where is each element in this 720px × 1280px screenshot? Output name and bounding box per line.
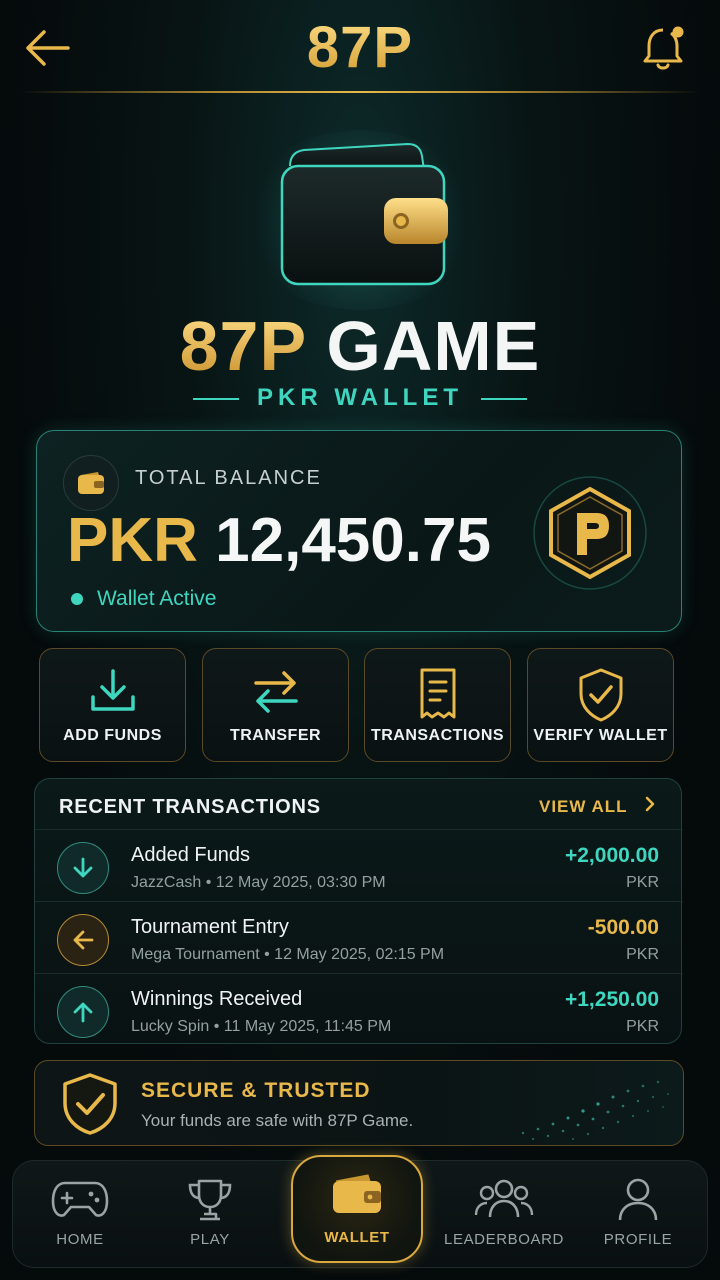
wallet-status: Wallet Active xyxy=(71,587,216,611)
recent-transactions-panel: RECENT TRANSACTIONS VIEW ALL Added Funds… xyxy=(34,778,683,1045)
nav-leaderboard-label: LEADERBOARD xyxy=(444,1231,564,1248)
nav-profile-label: PROFILE xyxy=(603,1231,673,1248)
brand-name-part2: GAME xyxy=(326,307,541,385)
nav-wallet-label: WALLET xyxy=(324,1229,390,1246)
transaction-detail: Lucky Spin • 11 May 2025, 11:45 PM xyxy=(131,1018,392,1035)
receipt-icon xyxy=(420,668,455,719)
trophy-icon xyxy=(188,1179,232,1221)
wallet-icon xyxy=(333,1174,381,1213)
page-title: 87P xyxy=(0,14,720,81)
status-dot-icon xyxy=(71,593,83,606)
nav-wallet[interactable]: WALLET xyxy=(291,1155,423,1263)
wallet-small-icon xyxy=(63,455,119,511)
nav-profile[interactable]: PROFILE xyxy=(573,1161,703,1269)
verify-wallet-label: VERIFY WALLET xyxy=(533,727,668,744)
transaction-detail: Mega Tournament • 12 May 2025, 02:15 PM xyxy=(131,946,445,963)
transfer-label: TRANSFER xyxy=(229,727,322,744)
swap-arrows-icon xyxy=(253,671,298,713)
shield-check-icon xyxy=(579,668,622,722)
notification-bell-icon[interactable] xyxy=(640,24,690,72)
transactions-label: TRANSACTIONS xyxy=(370,727,505,744)
balance-currency: PKR xyxy=(67,506,198,575)
transaction-amount: -500.00 xyxy=(587,916,659,939)
verify-wallet-button[interactable]: VERIFY WALLET xyxy=(527,648,674,762)
balance-value: 12,450.75 xyxy=(215,506,491,575)
view-all-link[interactable]: VIEW ALL xyxy=(539,796,655,817)
top-bar: 87P xyxy=(0,0,720,92)
wallet-status-text: Wallet Active xyxy=(97,587,217,610)
bottom-nav: HOME PLAY WALLET LEADERBOARD PROFILE xyxy=(12,1155,708,1269)
transactions-button[interactable]: TRANSACTIONS xyxy=(364,648,511,762)
transaction-unit: PKR xyxy=(626,1018,659,1035)
transaction-amount: +2,000.00 xyxy=(564,844,659,867)
transaction-title: Winnings Received xyxy=(131,988,303,1010)
transaction-row[interactable]: Tournament Entry Mega Tournament • 12 Ma… xyxy=(35,901,683,973)
users-icon xyxy=(474,1179,534,1218)
brand-subtitle: PKR WALLET xyxy=(0,384,720,412)
nav-home[interactable]: HOME xyxy=(15,1161,145,1269)
add-funds-label: ADD FUNDS xyxy=(63,727,162,744)
transaction-row[interactable]: Added Funds JazzCash • 12 May 2025, 03:3… xyxy=(35,829,683,901)
wallet-hero-icon xyxy=(280,142,448,286)
nav-play-label: PLAY xyxy=(190,1231,230,1248)
add-funds-button[interactable]: ADD FUNDS xyxy=(39,648,186,762)
header-divider xyxy=(20,91,700,93)
download-icon xyxy=(90,669,135,711)
brand-title: 87P GAME xyxy=(0,306,720,386)
secure-text: Your funds are safe with 87P Game. xyxy=(141,1111,414,1130)
gamepad-icon xyxy=(51,1181,109,1217)
view-all-label: VIEW ALL xyxy=(538,797,628,816)
balance-label: TOTAL BALANCE xyxy=(135,467,322,489)
secure-title: SECURE & TRUSTED xyxy=(141,1079,371,1102)
p-coin-logo-icon xyxy=(533,476,647,590)
balance-amount: PKR 12,450.75 xyxy=(67,505,491,576)
chevron-right-icon xyxy=(645,796,655,812)
secure-banner: SECURE & TRUSTED Your funds are safe wit… xyxy=(34,1060,684,1146)
user-icon xyxy=(618,1178,658,1221)
brand-name-part1: 87P xyxy=(179,307,306,385)
transaction-detail: JazzCash • 12 May 2025, 03:30 PM xyxy=(131,874,386,891)
transfer-button[interactable]: TRANSFER xyxy=(202,648,349,762)
brand-subtitle-text: PKR WALLET xyxy=(257,384,463,411)
arrow-left-icon xyxy=(57,914,109,966)
transaction-title: Tournament Entry xyxy=(131,916,289,938)
recent-transactions-title: RECENT TRANSACTIONS xyxy=(59,796,321,818)
nav-play[interactable]: PLAY xyxy=(145,1161,275,1269)
shield-check-icon xyxy=(63,1073,117,1135)
arrow-up-icon xyxy=(57,986,109,1038)
transaction-unit: PKR xyxy=(626,874,659,891)
dot-wave-decoration xyxy=(521,1080,669,1141)
arrow-down-icon xyxy=(57,842,109,894)
nav-leaderboard[interactable]: LEADERBOARD xyxy=(439,1161,569,1269)
transaction-title: Added Funds xyxy=(131,844,250,866)
transaction-row[interactable]: Winnings Received Lucky Spin • 11 May 20… xyxy=(35,973,683,1045)
balance-card: TOTAL BALANCE PKR 12,450.75 Wallet Activ… xyxy=(36,430,682,632)
transaction-amount: +1,250.00 xyxy=(564,988,659,1011)
nav-home-label: HOME xyxy=(56,1231,104,1248)
transaction-unit: PKR xyxy=(626,946,659,963)
